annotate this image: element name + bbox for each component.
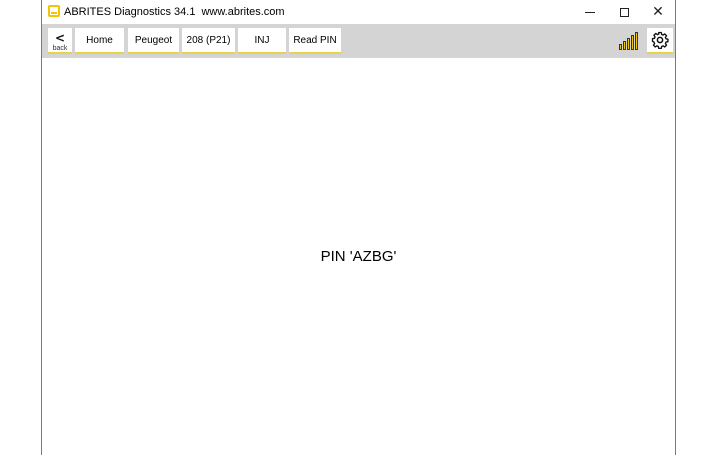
abrites-logo-icon	[48, 5, 60, 17]
breadcrumb-toolbar: < back Home Peugeot 208 (P21) INJ Read P…	[42, 24, 675, 58]
app-window: ABRITES Diagnostics 34.1 www.abrites.com …	[41, 0, 676, 455]
back-button[interactable]: < back	[48, 28, 72, 54]
breadcrumb-inj[interactable]: INJ	[238, 28, 286, 54]
breadcrumb-peugeot[interactable]: Peugeot	[128, 28, 179, 54]
breadcrumb-model[interactable]: 208 (P21)	[182, 28, 235, 54]
app-name: ABRITES Diagnostics 34.1	[64, 6, 196, 18]
chevron-left-icon: <	[54, 31, 66, 45]
app-url: www.abrites.com	[201, 6, 285, 18]
signal-strength-icon	[619, 32, 643, 50]
close-button[interactable]: ✕	[641, 0, 675, 24]
minimize-button[interactable]	[573, 0, 607, 24]
maximize-icon	[619, 7, 629, 17]
close-icon: ✕	[652, 4, 664, 20]
main-content: PIN 'AZBG'	[42, 58, 675, 455]
breadcrumb-read-pin[interactable]: Read PIN	[289, 28, 341, 54]
back-label: back	[52, 45, 68, 52]
gear-icon	[651, 31, 669, 49]
pin-result-text: PIN 'AZBG'	[320, 248, 397, 265]
breadcrumb-home[interactable]: Home	[75, 28, 124, 54]
maximize-button[interactable]	[607, 0, 641, 24]
title-bar[interactable]: ABRITES Diagnostics 34.1 www.abrites.com …	[42, 0, 675, 24]
window-title: ABRITES Diagnostics 34.1 www.abrites.com	[64, 6, 285, 18]
minimize-icon	[585, 11, 595, 13]
settings-button[interactable]	[647, 28, 673, 54]
